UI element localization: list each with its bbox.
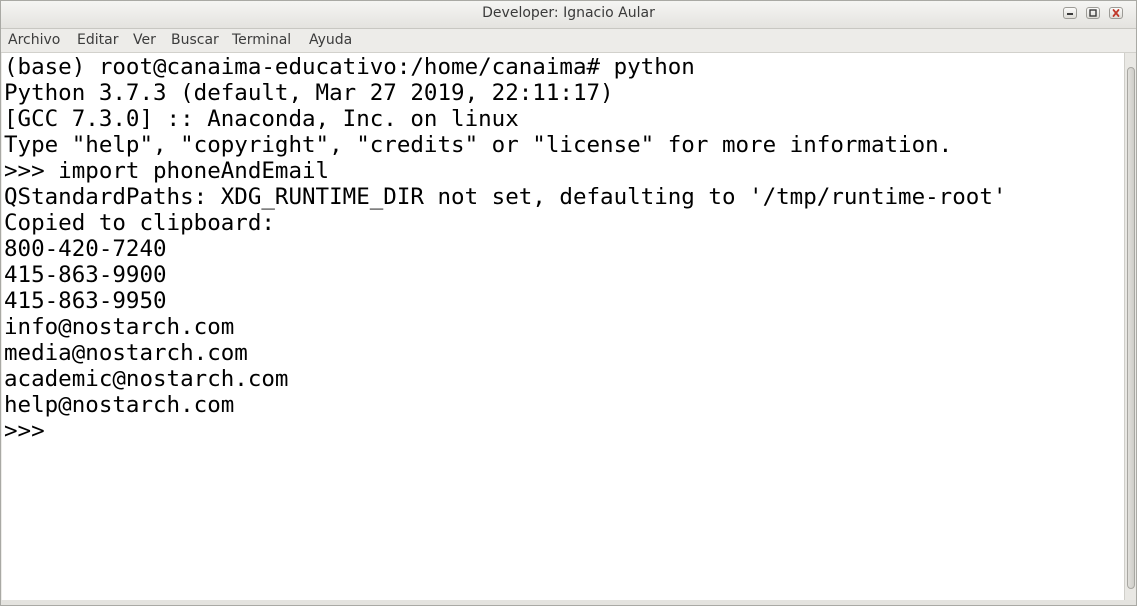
close-icon (1112, 9, 1120, 17)
terminal-line: Copied to clipboard: (4, 210, 275, 236)
menu-bar: Archivo Editar Ver Buscar Terminal Ayuda (1, 29, 1136, 53)
maximize-button[interactable] (1086, 7, 1100, 19)
terminal-line: help@nostarch.com (4, 392, 235, 418)
maximize-icon (1089, 9, 1097, 17)
minimize-button[interactable] (1063, 7, 1077, 19)
terminal-line: [GCC 7.3.0] :: Anaconda, Inc. on linux (4, 106, 519, 132)
terminal-line: media@nostarch.com (4, 340, 248, 366)
terminal-line: (base) root@canaima-educativo:/home/cana… (4, 54, 695, 80)
terminal-line: academic@nostarch.com (4, 366, 289, 392)
terminal-line: 800-420-7240 (4, 236, 167, 262)
window-title: Developer: Ignacio Aular (482, 5, 655, 21)
minimize-icon (1067, 13, 1073, 15)
terminal-line: QStandardPaths: XDG_RUNTIME_DIR not set,… (4, 184, 1007, 210)
menu-terminal[interactable]: Terminal (232, 32, 291, 48)
terminal-output-area[interactable]: (base) root@canaima-educativo:/home/cana… (2, 53, 1124, 600)
window-bottom-edge (1, 600, 1136, 605)
terminal-line: 415-863-9900 (4, 262, 167, 288)
terminal-window: Developer: Ignacio Aular Archivo Editar … (0, 0, 1137, 606)
close-button[interactable] (1109, 7, 1123, 19)
terminal-line: 415-863-9950 (4, 288, 167, 314)
menu-buscar[interactable]: Buscar (171, 32, 219, 48)
terminal-line: info@nostarch.com (4, 314, 235, 340)
menu-archivo[interactable]: Archivo (8, 32, 60, 48)
terminal-line: Python 3.7.3 (default, Mar 27 2019, 22:1… (4, 80, 614, 106)
terminal-prompt[interactable]: >>> (4, 418, 45, 444)
terminal-line: Type "help", "copyright", "credits" or "… (4, 132, 953, 158)
menu-ver[interactable]: Ver (133, 32, 156, 48)
vertical-scrollbar[interactable] (1124, 53, 1136, 600)
scrollbar-thumb[interactable] (1127, 67, 1135, 589)
terminal-line: >>> import phoneAndEmail (4, 158, 330, 184)
menu-ayuda[interactable]: Ayuda (309, 32, 352, 48)
title-bar[interactable]: Developer: Ignacio Aular (1, 1, 1136, 29)
menu-editar[interactable]: Editar (77, 32, 118, 48)
